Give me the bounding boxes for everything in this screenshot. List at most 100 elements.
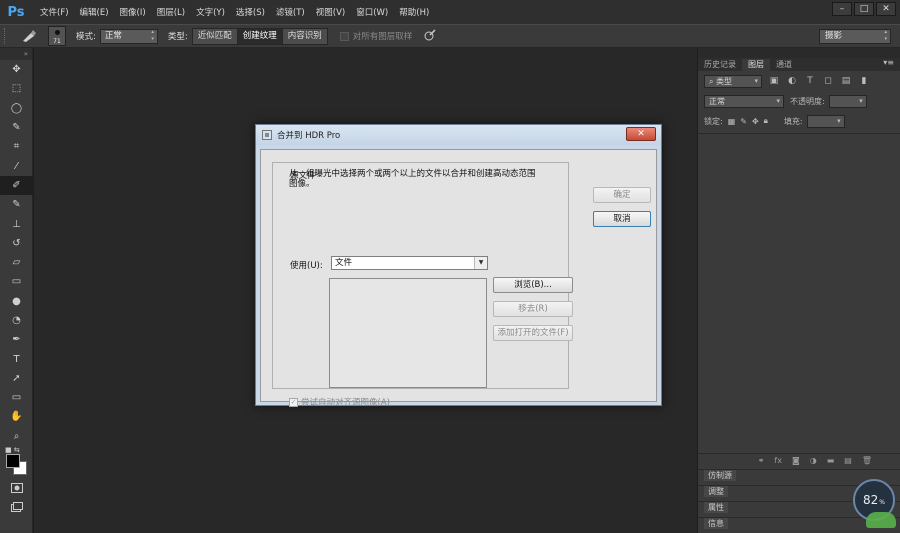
hand-tool[interactable]: ✋ (0, 407, 33, 426)
type-tool[interactable]: T (0, 349, 33, 368)
mode-select[interactable]: 正常 (99, 28, 158, 44)
filter-pixel-icon[interactable]: ▣ (768, 76, 780, 86)
zoom-icon: ⌕ (13, 430, 20, 442)
source-file-list[interactable] (329, 278, 487, 388)
path-select-tool[interactable]: ➚ (0, 369, 33, 388)
menu-select[interactable]: 选择(S) (236, 6, 265, 18)
eraser-icon: ▱ (12, 257, 21, 269)
layer-filter-row: ⌕ 类型 ▣ ◐ T ◻ ▤ ▮ (698, 71, 900, 91)
dodge-tool[interactable]: ◔ (0, 311, 33, 330)
blend-mode-select[interactable]: 正常 (704, 94, 784, 108)
menu-layer[interactable]: 图层(L) (157, 6, 185, 18)
tab-channels[interactable]: 通道 (770, 59, 798, 71)
close-window-button[interactable]: ✕ (876, 2, 896, 16)
move-tool[interactable]: ✥ (0, 60, 33, 79)
menu-image[interactable]: 图像(I) (120, 6, 146, 18)
tab-layers[interactable]: 图层 (742, 59, 770, 71)
add-mask-icon[interactable]: ◙ (792, 456, 800, 465)
dialog-body: 源文件 从一组曝光中选择两个或两个以上的文件以合并和创建高动态范围图像。 使用(… (260, 149, 657, 408)
zoom-tool[interactable]: ⌕ (0, 427, 33, 446)
lock-position-icon[interactable]: ✥ (752, 117, 759, 126)
workspace-select[interactable]: 摄影 (819, 29, 891, 44)
lock-fill-row: 锁定: ▦ ✎ ✥ 🔒︎ 填充: (698, 111, 900, 131)
use-label: 使用(U): (290, 261, 323, 271)
maximize-button[interactable]: □ (854, 2, 874, 16)
pen-tool[interactable]: ✒ (0, 330, 33, 349)
default-colors-icon[interactable]: ■ ⇆ (5, 446, 20, 454)
foreground-color-swatch[interactable] (6, 453, 20, 468)
clone-stamp-tool[interactable]: ⊥ (0, 214, 33, 233)
checkbox-box (339, 31, 349, 41)
browse-button[interactable]: 浏览(B)... (493, 277, 573, 293)
filter-shape-icon[interactable]: ◻ (822, 76, 834, 86)
type-option-create-texture[interactable]: 创建纹理 (237, 28, 283, 44)
eraser-tool[interactable]: ▱ (0, 253, 33, 272)
adjustment-layer-icon[interactable]: ◑ (810, 456, 817, 465)
filter-smart-object-icon[interactable]: ▤ (840, 76, 852, 86)
remove-button[interactable]: 移去(R) (493, 301, 573, 317)
quick-mask-icon[interactable] (0, 478, 33, 497)
layers-list[interactable] (698, 133, 900, 453)
lock-transparent-icon[interactable]: ▦ (728, 117, 736, 126)
fill-input[interactable] (806, 114, 845, 128)
gradient-tool[interactable]: ▭ (0, 272, 33, 291)
options-bar-grip[interactable] (4, 28, 8, 44)
lock-all-icon[interactable]: 🔒︎ (764, 116, 768, 126)
history-brush-tool[interactable]: ↺ (0, 234, 33, 253)
dialog-close-button[interactable]: ✕ (626, 127, 656, 141)
brush-tool[interactable]: ✎ (0, 195, 33, 214)
cancel-button[interactable]: 取消 (593, 211, 651, 227)
blur-tool[interactable]: ● (0, 292, 33, 311)
new-group-icon[interactable]: ▬ (827, 456, 835, 465)
move-icon: ✥ (12, 64, 21, 76)
lasso-tool[interactable]: ◯ (0, 99, 33, 118)
filter-toggle-icon[interactable]: ▮ (858, 76, 870, 86)
minimize-button[interactable]: – (832, 2, 852, 16)
menu-help[interactable]: 帮助(H) (399, 6, 429, 18)
menu-window[interactable]: 窗口(W) (356, 6, 388, 18)
ok-button[interactable]: 确定 (593, 187, 651, 203)
marquee-icon: ⬚ (11, 83, 22, 95)
spot-healing-tool[interactable]: ✐ (0, 175, 33, 196)
new-layer-icon[interactable]: ▤ (844, 456, 852, 465)
screen-mode-icon[interactable] (0, 497, 33, 516)
shape-tool[interactable]: ▭ (0, 388, 33, 407)
tab-history[interactable]: 历史记录 (698, 59, 742, 71)
layer-filter-select[interactable]: ⌕ 类型 (704, 74, 762, 88)
delete-layer-icon[interactable]: 🗑︎ (862, 456, 872, 465)
opacity-input[interactable] (828, 94, 867, 108)
tool-preset-picker[interactable] (16, 27, 42, 45)
filter-type-icon[interactable]: T (804, 76, 816, 86)
layer-style-icon[interactable]: fx (774, 456, 782, 465)
panel-dock-header[interactable] (698, 48, 900, 58)
panel-properties-label: 属性 (704, 502, 728, 513)
marquee-tool[interactable]: ⬚ (0, 79, 33, 98)
crop-icon: ⌗ (13, 141, 20, 153)
brush-size-value: 71 (53, 38, 61, 45)
lock-image-icon[interactable]: ✎ (740, 117, 747, 126)
type-option-proximity-match[interactable]: 近似匹配 (192, 28, 238, 44)
brush-size-picker[interactable]: 71 (48, 26, 66, 46)
menu-view[interactable]: 视图(V) (316, 6, 345, 18)
eyedropper-tool[interactable]: ⁄ (0, 156, 33, 175)
gradient-icon: ▭ (11, 276, 22, 288)
add-open-files-button[interactable]: 添加打开的文件(F) (493, 325, 573, 341)
dialog-titlebar[interactable]: 合并到 HDR Pro ✕ (256, 125, 661, 145)
crop-tool[interactable]: ⌗ (0, 137, 33, 156)
menu-filter[interactable]: 滤镜(T) (276, 6, 305, 18)
tools-panel-collapse[interactable]: » (0, 48, 32, 60)
type-option-content-aware[interactable]: 内容识别 (282, 28, 327, 44)
panel-menu-icon[interactable]: ▾≡ (883, 58, 894, 67)
quick-select-tool[interactable]: ✎ (0, 118, 33, 137)
filter-adjustment-icon[interactable]: ◐ (786, 76, 798, 86)
menu-file[interactable]: 文件(F) (40, 6, 69, 18)
chevron-down-icon[interactable]: ▼ (474, 257, 487, 269)
spot-healing-icon: ✐ (12, 179, 21, 191)
use-select[interactable]: 文件 ▼ (331, 256, 488, 270)
sample-all-layers-checkbox[interactable]: 对所有图层取样 (339, 30, 412, 42)
menu-edit[interactable]: 编辑(E) (80, 6, 109, 18)
auto-align-checkbox[interactable]: ✓ 尝试自动对齐源图像(A) (289, 396, 390, 408)
link-layers-icon[interactable]: ⚭ (758, 456, 765, 465)
menu-type[interactable]: 文字(Y) (196, 6, 225, 18)
pressure-size-icon[interactable] (424, 28, 436, 44)
